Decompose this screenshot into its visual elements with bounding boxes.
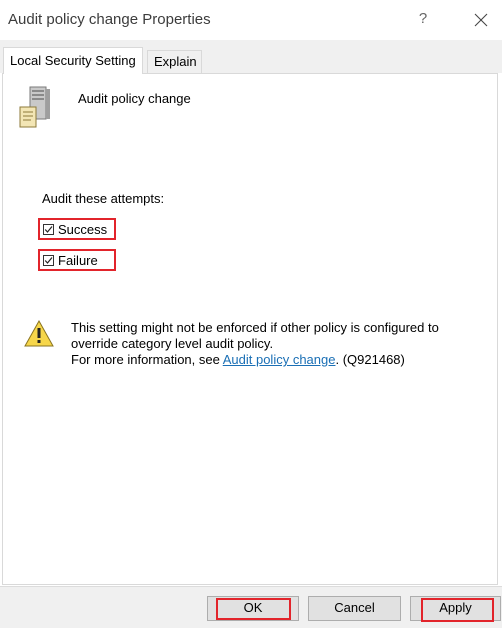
warning-line-1: This setting might not be enforced if ot… xyxy=(71,320,439,335)
title-bar: Audit policy change Properties ? xyxy=(0,0,502,40)
success-checkbox[interactable] xyxy=(43,224,54,235)
failure-checkbox[interactable] xyxy=(43,255,54,266)
warning-message: This setting might not be enforced if ot… xyxy=(71,320,481,368)
cancel-button[interactable]: Cancel xyxy=(308,596,401,621)
checkmark-icon xyxy=(44,257,53,264)
warning-line-3: For more information, see Audit policy c… xyxy=(71,352,481,368)
success-label: Success xyxy=(58,221,108,237)
audit-policy-change-link[interactable]: Audit policy change xyxy=(223,352,336,367)
close-button[interactable] xyxy=(470,10,492,30)
apply-button[interactable]: Apply xyxy=(410,596,501,621)
tab-explain[interactable]: Explain xyxy=(147,50,202,73)
failure-checkbox-row[interactable]: Failure xyxy=(38,249,116,271)
window-title: Audit policy change Properties xyxy=(8,11,211,28)
ok-button[interactable]: OK xyxy=(207,596,299,621)
warning-line-3-suffix: . (Q921468) xyxy=(335,352,405,367)
warning-line-3-prefix: For more information, see xyxy=(71,352,223,367)
audit-attempts-label: Audit these attempts: xyxy=(42,191,165,206)
help-button[interactable]: ? xyxy=(412,10,434,30)
policy-name: Audit policy change xyxy=(78,91,191,106)
server-policy-icon xyxy=(18,85,52,129)
warning-icon xyxy=(24,319,54,348)
warning-line-2: override category level audit policy. xyxy=(71,336,274,351)
failure-label: Failure xyxy=(58,252,98,268)
checkmark-icon xyxy=(44,226,53,233)
success-checkbox-row[interactable]: Success xyxy=(38,218,116,240)
tab-local-security-setting[interactable]: Local Security Setting xyxy=(3,47,143,74)
close-icon xyxy=(474,13,488,27)
